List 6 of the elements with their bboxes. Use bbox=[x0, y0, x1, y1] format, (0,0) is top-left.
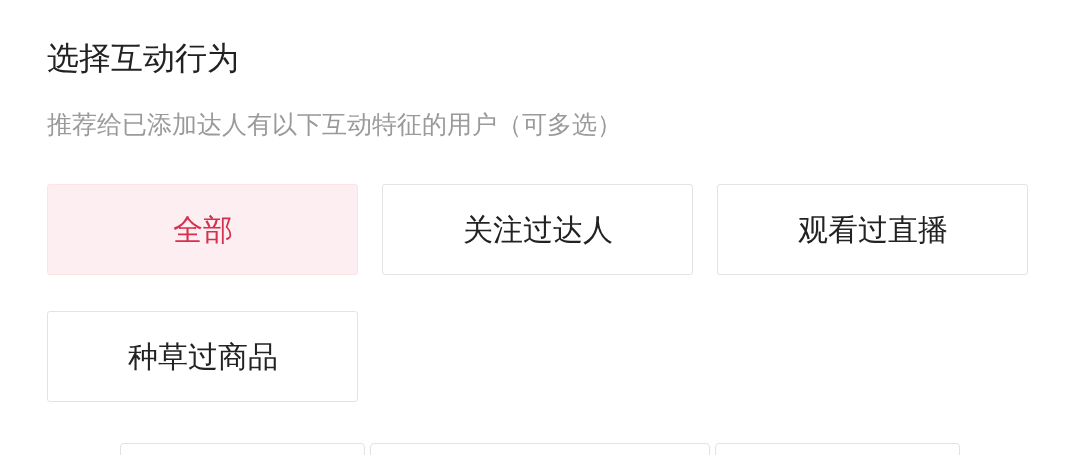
section-title: 选择互动行为 bbox=[47, 38, 239, 79]
option-button[interactable]: 关注过达人 bbox=[382, 184, 693, 275]
option-button[interactable]: 观看过直播 bbox=[717, 184, 1028, 275]
option-button[interactable]: 种草过商品 bbox=[47, 311, 358, 402]
section-description: 推荐给已添加达人有以下互动特征的用户（可多选） bbox=[47, 109, 622, 141]
option-button[interactable]: 全部 bbox=[47, 184, 358, 275]
